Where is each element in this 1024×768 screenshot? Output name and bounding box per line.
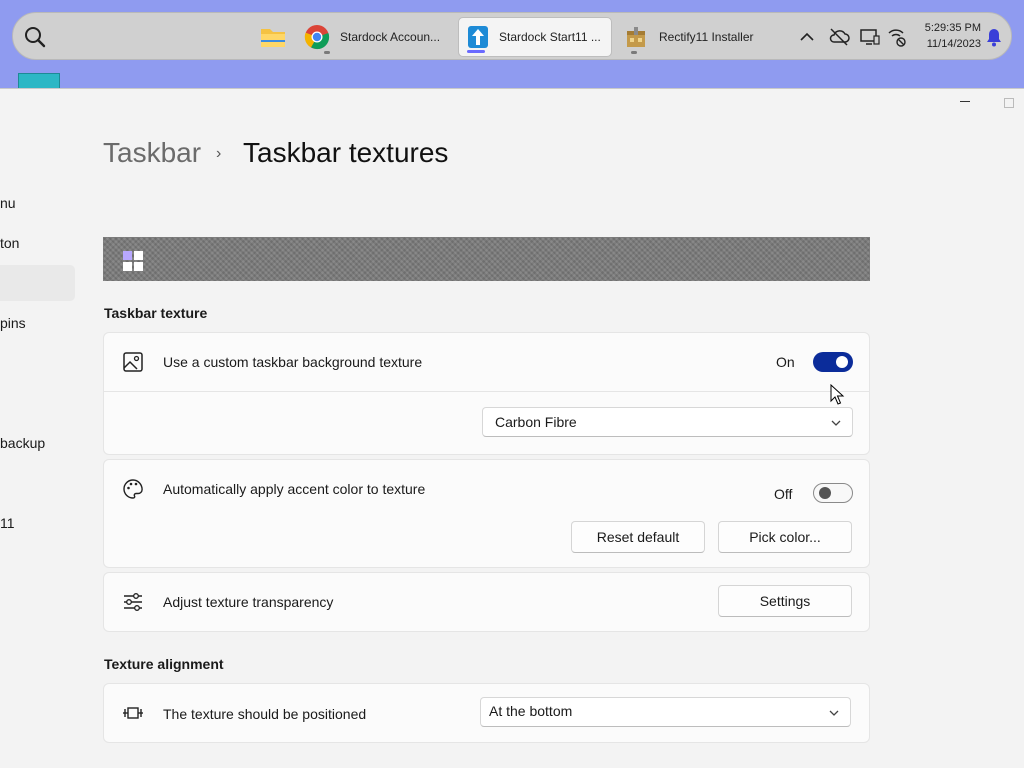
taskbar-app-label: Stardock Accoun... — [340, 30, 441, 44]
chevron-down-icon — [829, 710, 839, 716]
settings-window: nu ton pins backup 11 Taskbar › Taskbar … — [0, 88, 1024, 768]
transparency-card: Adjust texture transparency Settings — [103, 572, 870, 632]
accent-color-toggle[interactable] — [813, 483, 853, 503]
position-label: The texture should be positioned — [163, 706, 367, 722]
minimize-button[interactable] — [960, 101, 970, 102]
taskbar-app-label: Stardock Start11 ... — [499, 30, 601, 44]
chrome-icon — [304, 25, 330, 50]
accent-color-state: Off — [774, 486, 793, 502]
chevron-up-icon[interactable] — [795, 25, 819, 49]
texture-select-value: Carbon Fibre — [495, 414, 577, 430]
sidebar-item[interactable]: nu — [0, 195, 16, 211]
running-indicator — [324, 51, 330, 54]
taskbar: Stardock Accoun... Stardock Start11 ... … — [12, 12, 1012, 60]
custom-texture-state: On — [776, 354, 795, 370]
texture-select[interactable]: Carbon Fibre — [482, 407, 853, 437]
palette-icon — [123, 479, 143, 499]
start11-icon — [468, 26, 488, 48]
accent-color-card: Automatically apply accent color to text… — [103, 459, 870, 568]
custom-texture-toggle[interactable] — [813, 352, 853, 372]
start-logo-icon — [123, 251, 143, 271]
sidebar-item[interactable]: ton — [0, 235, 19, 251]
breadcrumb-parent[interactable]: Taskbar — [103, 137, 201, 169]
reset-default-button[interactable]: Reset default — [571, 521, 705, 553]
accent-color-label: Automatically apply accent color to text… — [163, 481, 426, 497]
taskbar-app-chrome[interactable]: Stardock Accoun... — [302, 17, 452, 57]
chevron-down-icon — [831, 420, 841, 426]
installer-icon — [627, 27, 645, 47]
page-title: Taskbar textures — [243, 137, 449, 168]
texture-preview — [103, 237, 870, 281]
desktop-window-thumbnail — [18, 73, 60, 89]
transparency-label: Adjust texture transparency — [163, 594, 334, 610]
maximize-button[interactable] — [1004, 98, 1014, 108]
sidebar-item-selected[interactable] — [0, 265, 75, 301]
clock[interactable]: 5:29:35 PM 11/14/2023 — [925, 20, 981, 52]
sidebar-item[interactable]: backup — [0, 435, 45, 451]
alignment-card: The texture should be positioned At the … — [103, 683, 870, 743]
taskbar-app-start11[interactable]: Stardock Start11 ... — [458, 17, 612, 57]
active-indicator — [467, 50, 485, 53]
running-indicator — [631, 51, 637, 54]
sidebar-item[interactable]: 11 — [0, 515, 15, 531]
clock-date: 11/14/2023 — [926, 38, 981, 50]
search-icon[interactable] — [23, 25, 47, 49]
custom-texture-card: Use a custom taskbar background texture … — [103, 332, 870, 455]
divider — [104, 391, 869, 392]
pick-color-button[interactable]: Pick color... — [718, 521, 852, 553]
position-select-value: At the bottom — [489, 703, 573, 719]
network-icon[interactable] — [885, 25, 909, 49]
sidebar-item[interactable]: pins — [0, 315, 26, 331]
clock-time: 5:29:35 PM — [924, 22, 981, 34]
section-title-texture: Taskbar texture — [104, 305, 208, 321]
display-icon[interactable] — [858, 25, 882, 49]
custom-texture-label: Use a custom taskbar background texture — [163, 354, 423, 370]
mouse-cursor-icon — [830, 384, 845, 405]
breadcrumb-separator: › — [216, 145, 222, 162]
bell-icon[interactable] — [985, 27, 1003, 47]
cloud-icon[interactable] — [827, 25, 851, 49]
transparency-settings-button[interactable]: Settings — [718, 585, 852, 617]
position-select[interactable]: At the bottom — [480, 697, 851, 727]
taskbar-app-rectify11[interactable]: Rectify11 Installer — [623, 17, 773, 57]
taskbar-app-file-explorer[interactable] — [253, 17, 293, 57]
align-icon — [123, 707, 143, 719]
image-icon — [123, 352, 143, 372]
file-explorer-icon — [261, 29, 285, 47]
sliders-icon — [124, 593, 142, 611]
section-title-alignment: Texture alignment — [104, 656, 224, 672]
taskbar-app-label: Rectify11 Installer — [659, 30, 754, 44]
